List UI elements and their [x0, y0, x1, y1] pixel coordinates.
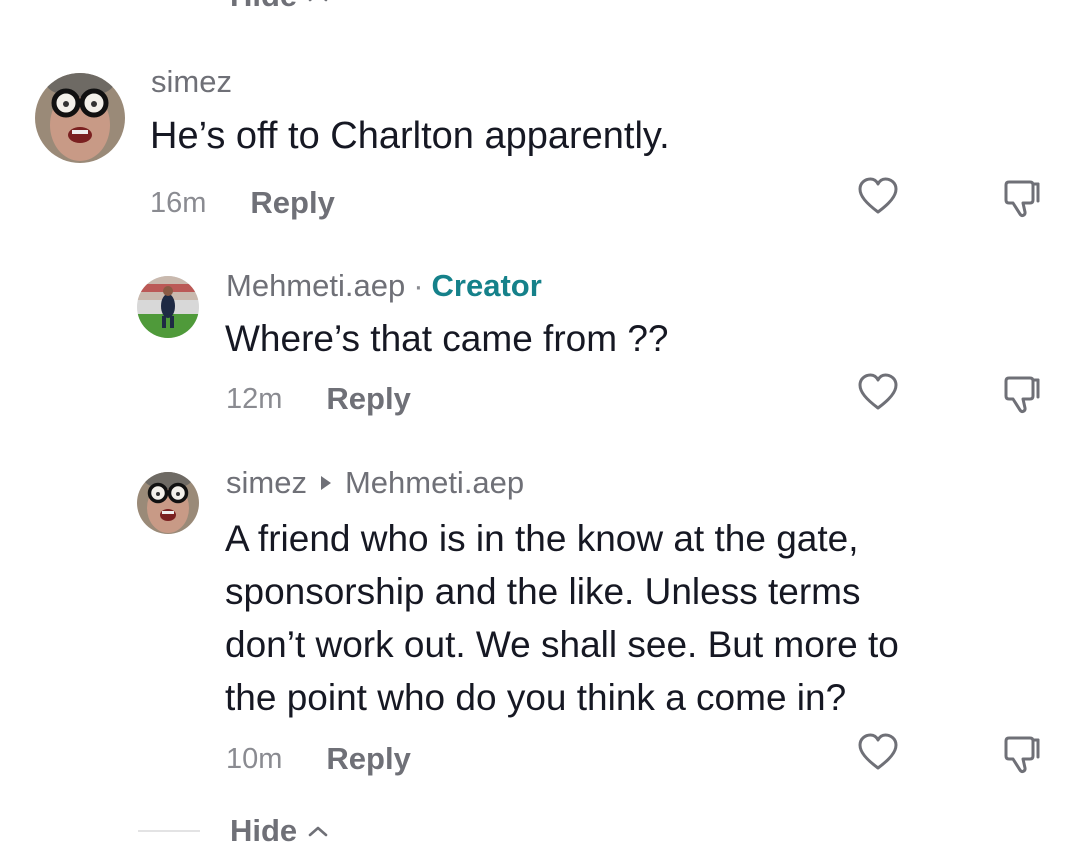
- comment-username: Mehmeti.aep · Creator: [226, 268, 542, 304]
- comment-time: 10m: [226, 742, 283, 775]
- hide-replies-top[interactable]: Hide: [138, 0, 329, 14]
- reply-button[interactable]: Reply: [326, 741, 410, 777]
- comment-text-line: the point who do you think a come in?: [225, 677, 847, 718]
- comment-footer: 16m Reply: [150, 185, 335, 221]
- reply-button[interactable]: Reply: [326, 381, 410, 417]
- avatar[interactable]: [137, 472, 199, 534]
- comment-text-line: don’t work out. We shall see. But more t…: [225, 624, 899, 665]
- comment-text-line: sponsorship and the like. Unless terms: [225, 571, 861, 612]
- avatar[interactable]: [35, 73, 125, 163]
- hide-label: Hide: [230, 0, 297, 14]
- hide-label: Hide: [230, 813, 298, 848]
- triangle-right-icon: [320, 476, 331, 490]
- comment-text: Where’s that came from ??: [225, 318, 669, 359]
- comment-username: simez Mehmeti.aep: [226, 465, 524, 501]
- hide-replies-bottom[interactable]: Hide: [138, 813, 329, 849]
- username[interactable]: simez: [151, 64, 232, 100]
- avatar-image: [137, 276, 199, 338]
- thumbs-down-outline-icon[interactable]: [1000, 176, 1044, 220]
- heart-outline-icon[interactable]: [856, 371, 900, 415]
- divider: [138, 830, 200, 832]
- avatar-image: [35, 73, 125, 163]
- heart-outline-icon[interactable]: [856, 731, 900, 775]
- separator-dot: ·: [413, 268, 424, 303]
- avatar[interactable]: [137, 276, 199, 338]
- username[interactable]: simez: [226, 465, 307, 501]
- comment-text-line: A friend who is in the know at the gate,: [225, 518, 859, 559]
- chevron-up-icon: [308, 0, 328, 2]
- reply-to-username[interactable]: Mehmeti.aep: [345, 465, 524, 501]
- creator-badge: Creator: [431, 268, 542, 303]
- chevron-up-icon: [308, 826, 328, 837]
- username[interactable]: Mehmeti.aep: [226, 268, 405, 304]
- avatar-image: [137, 472, 199, 534]
- comment-time: 16m: [150, 186, 207, 219]
- comment-time: 12m: [226, 382, 283, 415]
- thumbs-down-outline-icon[interactable]: [1000, 732, 1044, 776]
- heart-outline-icon[interactable]: [856, 175, 900, 219]
- thumbs-down-outline-icon[interactable]: [1000, 372, 1044, 416]
- comment-username[interactable]: simez: [151, 64, 232, 100]
- reply-button[interactable]: Reply: [250, 185, 334, 221]
- comment-text: A friend who is in the know at the gate,…: [225, 512, 899, 724]
- comment-footer: 12m Reply: [226, 381, 411, 417]
- comment-footer: 10m Reply: [226, 741, 411, 777]
- comment-text: He’s off to Charlton apparently.: [150, 115, 670, 157]
